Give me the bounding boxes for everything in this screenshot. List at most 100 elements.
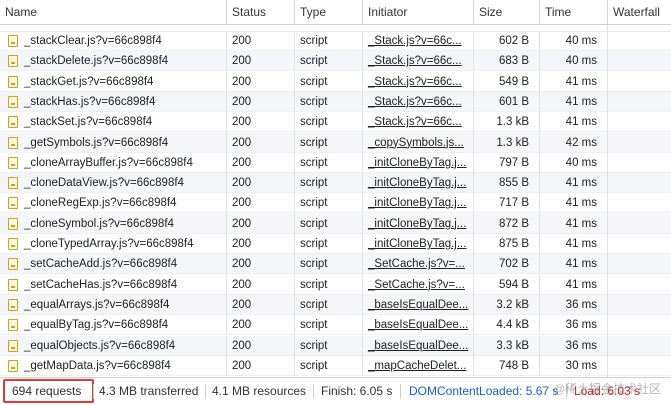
cell-status: 200	[226, 234, 294, 254]
script-file-icon	[8, 217, 18, 230]
transferred-size: 4.3 MB transferred	[99, 384, 199, 398]
table-row[interactable]: _getSymbols.js?v=66c898f4 200 script _copyS…	[0, 132, 671, 153]
request-name: _setCacheAdd.js?v=66c898f4	[24, 258, 178, 271]
cell-initiator[interactable]: _Stack.js?v=66c...	[362, 51, 473, 72]
script-file-icon	[8, 75, 18, 88]
script-file-icon	[8, 278, 18, 291]
cell-time: 36 ms	[539, 294, 607, 315]
table-row[interactable]: _getMapData.js?v=66c898f4 200 script _mapCa…	[0, 355, 671, 376]
table-row[interactable]: _cloneSymbol.js?v=66c898f4 200 script _init…	[0, 213, 671, 234]
request-count: 694 requests	[12, 384, 82, 398]
column-header-type[interactable]: Type	[294, 0, 362, 25]
cell-name: _setCacheHas.js?v=66c898f4	[0, 275, 226, 295]
cell-type: script	[294, 335, 362, 356]
request-name: _stackSet.js?v=66c898f4	[24, 116, 153, 129]
cell-time: 41 ms	[539, 193, 607, 214]
divider	[93, 384, 94, 399]
request-name: _cloneTypedArray.js?v=66c898f4	[24, 238, 194, 250]
cell-initiator[interactable]: _SetCache.js?v=...	[362, 274, 473, 295]
network-panel: Name Status Type Initiator Size Time Wat…	[0, 0, 671, 405]
cell-initiator[interactable]: _copySymbols.js...	[362, 132, 473, 153]
table-row[interactable]: _stackClear.js?v=66c898f4 200 script _Stack…	[0, 31, 671, 51]
cell-status: 200	[226, 132, 294, 153]
cell-name: _cloneRegExp.js?v=66c898f4	[0, 193, 226, 213]
watermark-text: @稀土掘金技术社区	[553, 382, 662, 396]
table-row[interactable]: _cloneRegExp.js?v=66c898f4 200 script _init…	[0, 193, 671, 214]
cell-initiator[interactable]: _Stack.js?v=66c...	[362, 112, 473, 133]
table-row[interactable]: _stackHas.js?v=66c898f4 200 script _Stack.j…	[0, 91, 671, 112]
script-file-icon	[8, 156, 18, 169]
cell-initiator[interactable]: _baseIsEqualDee...	[362, 335, 473, 356]
cell-size: 1.3 kB	[473, 112, 539, 133]
column-header-status[interactable]: Status	[226, 0, 294, 25]
column-header-time[interactable]: Time	[539, 0, 607, 25]
cell-initiator[interactable]: _mapCacheDelet...	[362, 355, 473, 376]
cell-type: script	[294, 71, 362, 92]
cell-time: 36 ms	[539, 315, 607, 336]
table-row[interactable]: _cloneTypedArray.js?v=66c898f4 200 script _…	[0, 234, 671, 254]
column-header-waterfall[interactable]: Waterfall	[607, 0, 671, 25]
request-name: _setCacheHas.js?v=66c898f4	[24, 278, 178, 291]
table-row[interactable]: _stackSet.js?v=66c898f4 200 script _Stack.j…	[0, 112, 671, 133]
cell-initiator[interactable]: _Stack.js?v=66c...	[362, 71, 473, 92]
cell-status: 200	[226, 112, 294, 133]
column-header-size[interactable]: Size	[473, 0, 539, 25]
cell-initiator[interactable]: _initCloneByTag.j...	[362, 193, 473, 214]
cell-size: 594 B	[473, 274, 539, 295]
cell-initiator[interactable]: _Stack.js?v=66c...	[362, 31, 473, 51]
cell-initiator[interactable]: _baseIsEqualDee...	[362, 315, 473, 336]
script-file-icon	[8, 136, 18, 149]
cell-initiator[interactable]: _baseIsEqualDee...	[362, 294, 473, 315]
script-file-icon	[8, 319, 18, 332]
cell-status: 200	[226, 213, 294, 234]
cell-initiator[interactable]: _Stack.js?v=66c...	[362, 91, 473, 112]
cell-status: 200	[226, 254, 294, 275]
cell-type: script	[294, 91, 362, 112]
script-file-icon	[8, 238, 18, 250]
cell-name: _equalByTag.js?v=66c898f4	[0, 315, 226, 335]
table-row[interactable]: _stackGet.js?v=66c898f4 200 script _Stack.j…	[0, 71, 671, 92]
cell-initiator[interactable]: _SetCache.js?v=...	[362, 254, 473, 275]
script-file-icon	[8, 258, 18, 271]
table-row[interactable]: _setCacheHas.js?v=66c898f4 200 script _SetC…	[0, 274, 671, 295]
cell-time: 40 ms	[539, 31, 607, 51]
table-header: Name Status Type Initiator Size Time Wat…	[0, 0, 671, 25]
request-name: _cloneArrayBuffer.js?v=66c898f4	[24, 156, 193, 169]
cell-initiator[interactable]: _initCloneByTag.j...	[362, 234, 473, 254]
request-name: _getSymbols.js?v=66c898f4	[24, 136, 169, 149]
cell-type: script	[294, 234, 362, 254]
cell-time: 41 ms	[539, 274, 607, 295]
table-row[interactable]: _setCacheAdd.js?v=66c898f4 200 script _SetC…	[0, 254, 671, 275]
script-file-icon	[8, 95, 18, 108]
cell-size: 683 B	[473, 51, 539, 72]
divider	[313, 384, 314, 399]
cell-initiator[interactable]: _initCloneByTag.j...	[362, 213, 473, 234]
column-header-initiator[interactable]: Initiator	[362, 0, 473, 25]
table-row[interactable]: _equalArrays.js?v=66c898f4 200 script _base…	[0, 294, 671, 315]
cell-status: 200	[226, 193, 294, 214]
table-row[interactable]: _cloneDataView.js?v=66c898f4 200 script _in…	[0, 173, 671, 194]
script-file-icon	[8, 339, 18, 352]
dom-content-loaded-time: DOMContentLoaded: 5.67 s	[409, 384, 559, 398]
cell-time: 36 ms	[539, 335, 607, 356]
cell-name: _setCacheAdd.js?v=66c898f4	[0, 254, 226, 274]
table-row[interactable]: _equalObjects.js?v=66c898f4 200 script _bas…	[0, 335, 671, 356]
cell-status: 200	[226, 152, 294, 173]
request-name: _stackDelete.js?v=66c898f4	[24, 55, 169, 68]
cell-type: script	[294, 294, 362, 315]
table-row[interactable]: _cloneArrayBuffer.js?v=66c898f4 200 script…	[0, 152, 671, 173]
table-row[interactable]: _stackDelete.js?v=66c898f4 200 script _Stac…	[0, 51, 671, 72]
cell-name: _cloneSymbol.js?v=66c898f4	[0, 214, 226, 234]
table-row[interactable]: _equalByTag.js?v=66c898f4 200 script _baseI…	[0, 315, 671, 336]
cell-type: script	[294, 132, 362, 153]
cell-initiator[interactable]: _initCloneByTag.j...	[362, 152, 473, 173]
request-name: _stackGet.js?v=66c898f4	[24, 75, 154, 88]
request-name: _stackClear.js?v=66c898f4	[24, 35, 162, 47]
cell-name: _stackGet.js?v=66c898f4	[0, 72, 226, 92]
resources-size: 4.1 MB resources	[212, 384, 307, 398]
cell-time: 41 ms	[539, 71, 607, 92]
column-header-name[interactable]: Name	[0, 0, 226, 25]
cell-initiator[interactable]: _initCloneByTag.j...	[362, 173, 473, 194]
cell-size: 602 B	[473, 31, 539, 51]
cell-type: script	[294, 51, 362, 72]
